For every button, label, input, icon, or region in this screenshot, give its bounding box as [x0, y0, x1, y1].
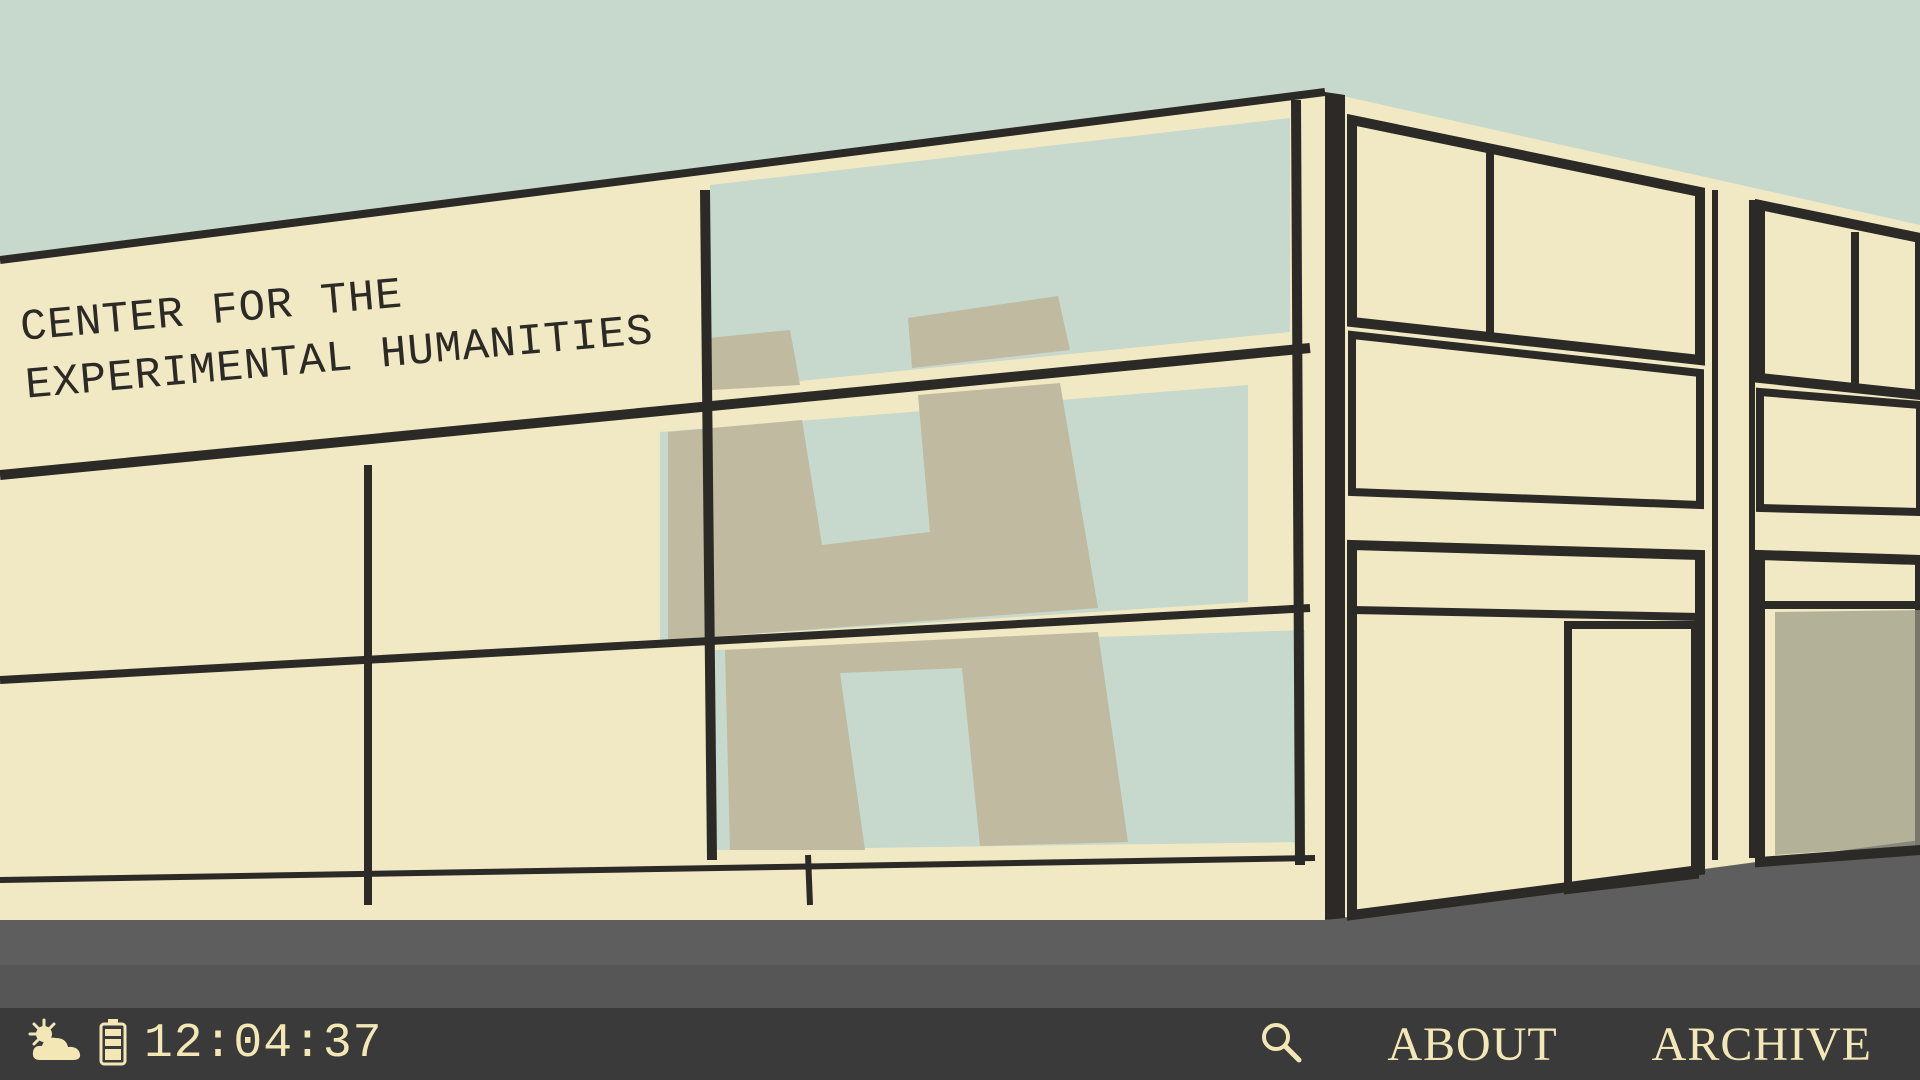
nav-archive-link[interactable]: ARCHIVE — [1652, 1017, 1872, 1072]
corner-edge — [1325, 92, 1345, 920]
building-illustration — [0, 0, 1920, 1010]
taskbar-right: ABOUT ARCHIVE — [1259, 1017, 1872, 1072]
logo-h-fragment — [708, 330, 800, 390]
taskbar-left: 12:04:37 — [26, 1016, 382, 1073]
clock-time: 12:04:37 — [144, 1017, 383, 1071]
storefront-window-right — [1775, 610, 1920, 855]
partly-cloudy-icon — [26, 1016, 86, 1073]
taskbar: 12:04:37 ABOUT ARCHIVE — [0, 1008, 1920, 1080]
curb — [0, 965, 1920, 1010]
battery-icon — [98, 1017, 128, 1072]
search-icon[interactable] — [1259, 1020, 1303, 1069]
nav-about-link[interactable]: ABOUT — [1387, 1017, 1557, 1072]
